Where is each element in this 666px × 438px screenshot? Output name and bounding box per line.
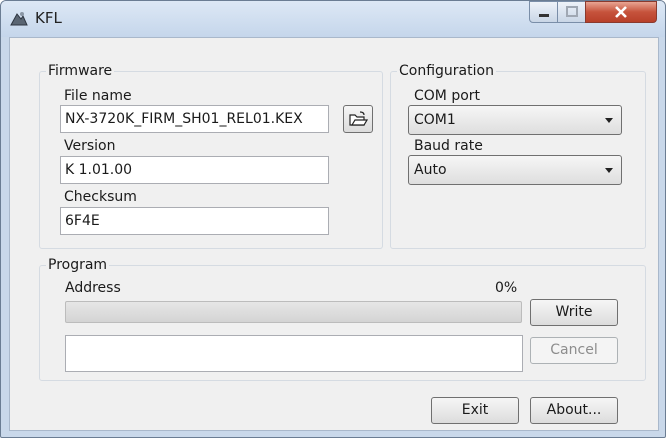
close-button[interactable]	[585, 1, 657, 23]
com-port-select[interactable]: COM1	[408, 105, 622, 135]
maximize-button[interactable]	[557, 1, 587, 23]
exit-button[interactable]: Exit	[431, 397, 519, 424]
baud-rate-label: Baud rate	[414, 138, 483, 154]
window-controls	[529, 1, 657, 23]
write-button[interactable]: Write	[530, 299, 618, 326]
baud-rate-select[interactable]: Auto	[408, 155, 622, 185]
program-legend: Program	[46, 256, 110, 274]
browse-file-button[interactable]	[343, 105, 373, 133]
firmware-legend: Firmware	[46, 62, 115, 80]
close-icon	[615, 6, 627, 18]
program-log[interactable]	[65, 335, 523, 372]
file-name-field[interactable]: NX-3720K_FIRM_SH01_REL01.KEX	[60, 105, 329, 133]
dialog-client-area: Firmware File name NX-3720K_FIRM_SH01_RE…	[9, 37, 659, 431]
cancel-button[interactable]: Cancel	[530, 337, 618, 364]
address-label: Address	[65, 280, 121, 296]
configuration-legend: Configuration	[397, 62, 496, 80]
version-label: Version	[64, 138, 116, 154]
app-icon	[10, 11, 28, 27]
open-folder-icon	[349, 111, 369, 126]
checksum-field[interactable]: 6F4E	[60, 207, 329, 235]
minimize-button[interactable]	[529, 1, 560, 23]
com-port-value: COM1	[414, 112, 456, 128]
maximize-icon	[566, 6, 578, 17]
app-window: KFL Firmware File name NX-3720K_FIRM_SH0…	[0, 0, 666, 438]
com-port-label: COM port	[414, 88, 481, 104]
minimize-icon	[539, 14, 549, 17]
checksum-label: Checksum	[64, 189, 137, 205]
progress-bar	[65, 301, 522, 323]
title-bar[interactable]: KFL	[1, 1, 665, 37]
baud-rate-value: Auto	[414, 162, 447, 178]
version-field[interactable]: K 1.01.00	[60, 156, 329, 184]
progress-percent: 0%	[495, 280, 518, 296]
chevron-down-icon	[605, 118, 613, 123]
chevron-down-icon	[605, 168, 613, 173]
file-name-label: File name	[64, 88, 132, 104]
window-title: KFL	[35, 9, 62, 27]
about-button[interactable]: About...	[530, 397, 618, 424]
